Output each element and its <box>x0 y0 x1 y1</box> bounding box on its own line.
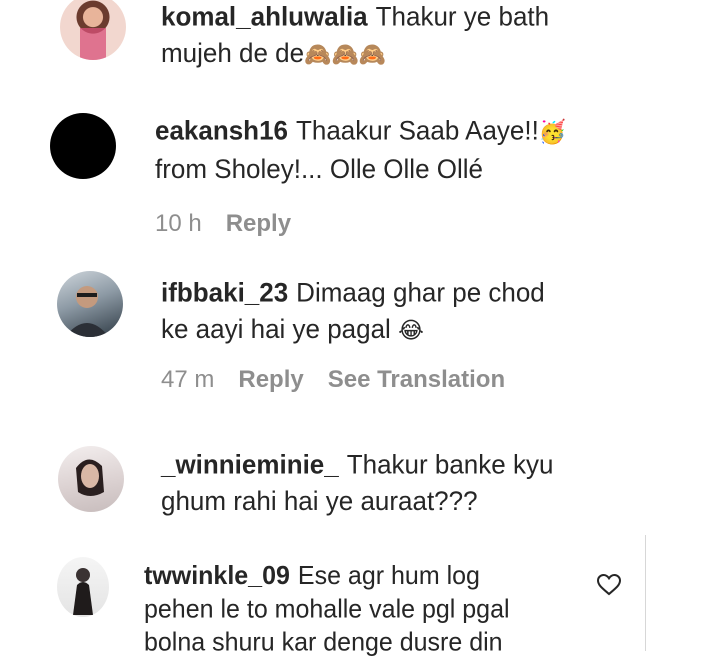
comment-text: eakansh16 Thaakur Saab Aaye!!🥳 from Shole… <box>155 114 567 185</box>
scroll-divider <box>645 535 646 651</box>
timestamp: 10 h <box>155 210 202 237</box>
username[interactable]: komal_ahluwalia <box>161 1 368 32</box>
avatar[interactable] <box>60 0 126 60</box>
avatar[interactable] <box>57 271 123 337</box>
comment-text: twwinkle_09 Ese agr hum log pehen le to m… <box>144 561 510 657</box>
reply-button[interactable]: Reply <box>238 366 303 393</box>
heart-icon[interactable] <box>597 574 621 596</box>
partying-face-emoji: 🥳 <box>538 119 567 146</box>
comment-meta: 47 m Reply See Translation <box>161 366 529 394</box>
avatar[interactable] <box>58 446 124 512</box>
avatar[interactable] <box>50 113 116 179</box>
username[interactable]: ifbbaki_23 <box>161 277 288 308</box>
reply-button[interactable]: Reply <box>226 210 291 237</box>
tears-of-joy-emoji: 😂 <box>398 318 424 345</box>
timestamp: 47 m <box>161 366 215 393</box>
username[interactable]: _winnieminie_ <box>161 449 339 480</box>
username[interactable]: eakansh16 <box>155 115 288 146</box>
comment-text: _winnieminie_ Thakur banke kyu ghum rahi … <box>161 448 554 517</box>
see-no-evil-monkey-emoji: 🙈🙈🙈 <box>304 42 387 69</box>
username[interactable]: twwinkle_09 <box>144 561 290 590</box>
comment-meta: 10 h Reply <box>155 210 315 238</box>
comment-text: ifbbaki_23 Dimaag ghar pe chod ke aayi ha… <box>161 276 545 345</box>
comment-text: komal_ahluwalia Thakur ye bath mujeh de d… <box>161 0 550 69</box>
avatar[interactable] <box>57 557 109 617</box>
see-translation-button[interactable]: See Translation <box>328 366 505 393</box>
